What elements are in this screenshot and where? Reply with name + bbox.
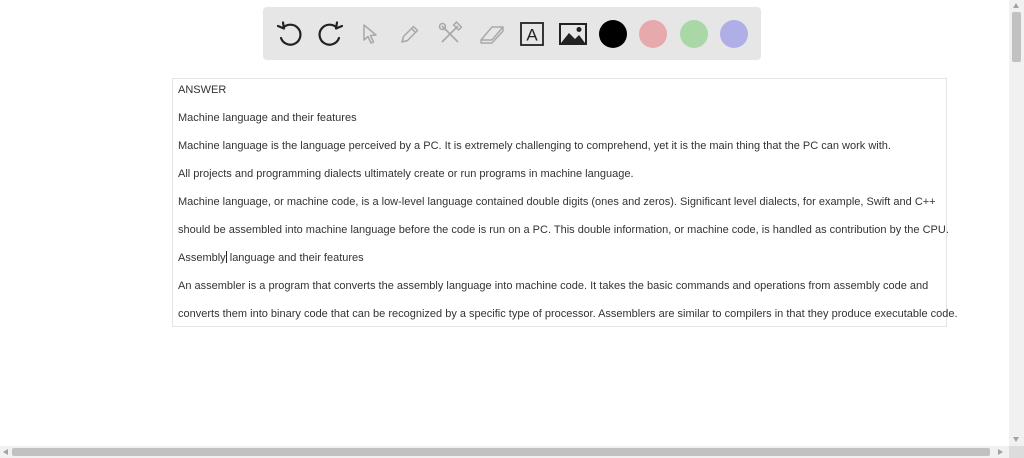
answer-heading: ANSWER bbox=[178, 84, 227, 96]
scrollbar-corner bbox=[1009, 446, 1024, 458]
paragraph-line: converts them into binary code that can … bbox=[178, 308, 958, 320]
tools-button[interactable] bbox=[433, 17, 467, 51]
select-tool-button[interactable] bbox=[353, 17, 387, 51]
redo-button[interactable] bbox=[313, 17, 347, 51]
pen-tool-button[interactable] bbox=[393, 17, 427, 51]
eraser-icon bbox=[480, 26, 504, 44]
machine-language-heading: Machine language and their features bbox=[178, 112, 357, 124]
image-icon bbox=[559, 23, 587, 45]
hammer-wrench-icon bbox=[438, 21, 463, 43]
vertical-scrollbar[interactable] bbox=[1009, 0, 1024, 446]
text-box-icon: A bbox=[520, 22, 544, 46]
color-swatch-pink[interactable] bbox=[639, 20, 667, 48]
paragraph-line: All projects and programming dialects ul… bbox=[178, 168, 634, 180]
paragraph-line: An assembler is a program that converts … bbox=[178, 280, 929, 292]
text-tool-button[interactable]: A bbox=[515, 17, 549, 51]
color-swatch-green[interactable] bbox=[680, 20, 708, 48]
scroll-left-arrow-icon[interactable] bbox=[3, 448, 8, 455]
assembly-language-heading: Assembly language and their features bbox=[178, 251, 364, 265]
paragraph-line: Machine language, or machine code, is a … bbox=[178, 196, 936, 208]
paragraph-line: Machine language is the language perceiv… bbox=[178, 140, 891, 152]
scroll-down-arrow-icon[interactable] bbox=[1013, 437, 1019, 442]
eraser-tool-button[interactable] bbox=[475, 17, 509, 51]
text-tool-glyph: A bbox=[526, 26, 538, 45]
color-swatch-purple[interactable] bbox=[720, 20, 748, 48]
cursor-arrow-icon bbox=[363, 24, 377, 44]
heading-text-after-cursor: language and their features bbox=[226, 252, 364, 264]
drawing-toolbar: A bbox=[263, 7, 761, 60]
horizontal-scrollbar[interactable] bbox=[0, 446, 1009, 458]
color-swatch-black[interactable] bbox=[599, 20, 627, 48]
heading-text-before-cursor: Assembly bbox=[178, 252, 226, 264]
undo-button[interactable] bbox=[273, 17, 307, 51]
redo-icon bbox=[318, 21, 344, 46]
image-tool-button[interactable] bbox=[556, 17, 590, 51]
vertical-scroll-thumb[interactable] bbox=[1012, 12, 1021, 62]
answer-document[interactable]: ANSWER Machine language and their featur… bbox=[172, 78, 958, 327]
paragraph-line: should be assembled into machine languag… bbox=[178, 224, 949, 236]
pencil-icon bbox=[401, 25, 419, 43]
scroll-up-arrow-icon[interactable] bbox=[1013, 3, 1019, 8]
scroll-right-arrow-icon[interactable] bbox=[998, 448, 1003, 455]
horizontal-scroll-thumb[interactable] bbox=[12, 448, 990, 456]
undo-icon bbox=[276, 21, 302, 46]
